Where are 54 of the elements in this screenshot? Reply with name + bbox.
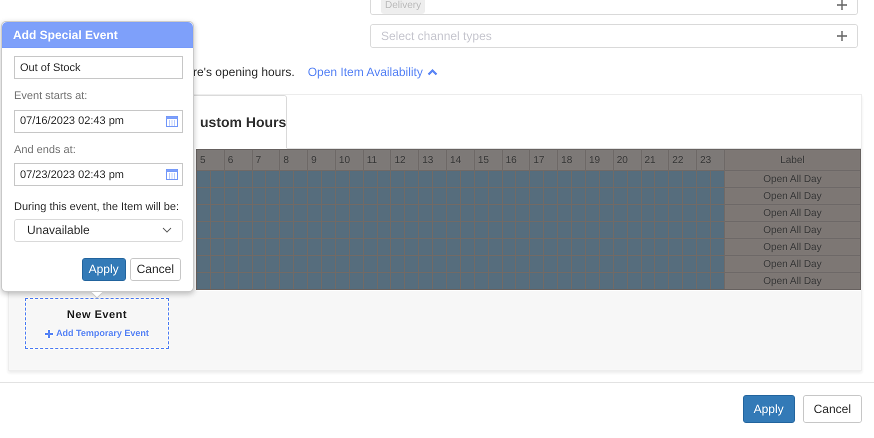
table-header-cell: 17 [530, 150, 558, 170]
table-header-cell: 22 [668, 150, 697, 170]
table-header-cell: 13 [418, 150, 447, 170]
table-header-cell: 23 [696, 150, 724, 170]
apply-button[interactable]: Apply [742, 395, 795, 423]
field-label: During this event, the Item will be: [14, 200, 180, 215]
plus-icon[interactable] [837, 0, 847, 10]
time-slot[interactable] [196, 204, 210, 222]
table-header-cell: 11 [363, 150, 391, 170]
table-cell: Open All Day [724, 170, 860, 188]
table-header-cell: 19 [585, 150, 614, 170]
time-slot[interactable] [196, 222, 210, 238]
table-header-cell: 5 [196, 150, 224, 170]
table-cell: Open All Day [724, 256, 860, 272]
table-cell: Open All Day [724, 188, 860, 204]
end-date-field[interactable]: 07/23/2023 02:43 pm [14, 163, 183, 186]
table-header-cell: 8 [280, 150, 308, 170]
apply-button[interactable]: Apply [82, 258, 126, 280]
plus-icon [45, 330, 54, 338]
table-cell: Open All Day [724, 238, 860, 256]
table-header-cell: 9 [308, 150, 336, 170]
table-header-cell: 15 [474, 150, 502, 170]
time-slot[interactable] [196, 272, 210, 290]
popover-title: Add Special Event [2, 22, 193, 48]
start-date-field[interactable]: 07/16/2023 02:43 pm [14, 110, 183, 132]
table-header-cell: 7 [252, 150, 280, 170]
note-text: re's opening hours. [193, 64, 295, 81]
chevron-icon [162, 227, 172, 233]
calendar-icon[interactable] [166, 168, 178, 180]
time-slot[interactable] [196, 188, 210, 204]
plus-icon[interactable] [837, 31, 847, 41]
field-label: And ends at: [14, 142, 77, 158]
table-header-cell: 16 [502, 150, 530, 170]
table-header-cell: 14 [446, 150, 474, 170]
time-slot[interactable] [196, 256, 210, 272]
table-header-cell: 10 [335, 150, 364, 170]
status-dropdown[interactable]: Unavailable [14, 218, 183, 242]
table-cell: Open All Day [724, 222, 860, 238]
event-name-field[interactable]: Out of Stock [14, 56, 183, 79]
time-slot[interactable] [196, 170, 210, 188]
table-header-cell: 18 [558, 150, 586, 170]
cancel-button[interactable]: Cancel [130, 258, 181, 280]
table-cell: Open All Day [724, 204, 860, 222]
table-header-cell: 6 [224, 150, 252, 170]
table-header-cell: 12 [390, 150, 419, 170]
calendar-icon[interactable] [166, 114, 178, 126]
table-cell: Open All Day [724, 272, 860, 290]
table-header-cell: 20 [613, 150, 641, 170]
table-header-cell: 21 [641, 150, 669, 170]
new-event-title: New Event [66, 308, 128, 322]
table-header-cell: Label [724, 150, 860, 170]
cancel-button[interactable]: Cancel [802, 395, 862, 423]
field-label: Event starts at: [14, 89, 88, 104]
time-slot[interactable] [196, 238, 210, 256]
